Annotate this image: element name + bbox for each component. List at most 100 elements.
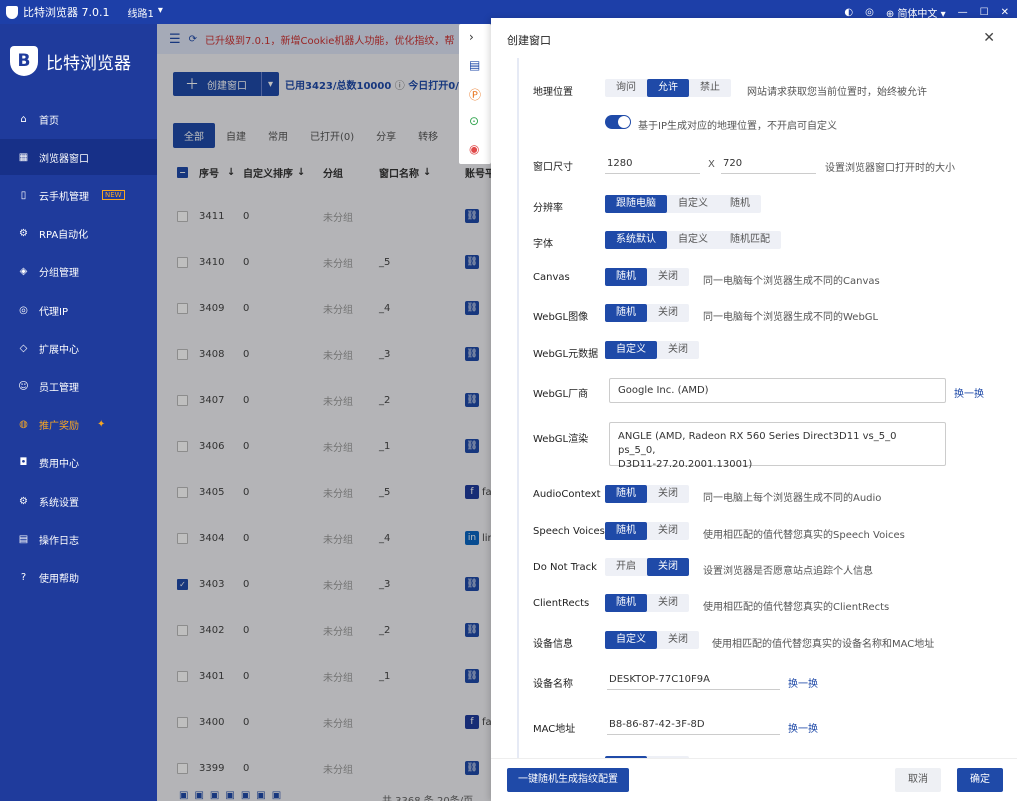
sidebar-item-2[interactable]: ▯ 云手机管理 NEW — [0, 177, 157, 213]
font-option-2[interactable]: 随机匹配 — [719, 231, 781, 249]
device-label: 设备信息 — [533, 639, 573, 650]
sidebar-item-9[interactable]: ◘ 费用中心 — [0, 445, 157, 481]
sidebar-item-label: RPA自动化 — [39, 230, 89, 242]
sidebar-item-label: 首页 — [39, 115, 59, 127]
canvas-label: Canvas — [533, 272, 570, 283]
speech-option-0[interactable]: 随机 — [605, 522, 647, 540]
webgl_img-segmented: 随机 关闭 — [605, 304, 689, 322]
webgl_vendor-label: WebGL厂商 — [533, 389, 589, 400]
resolution-option-2[interactable]: 随机 — [719, 195, 761, 213]
mac-input[interactable]: B8-86-87-42-3F-8D — [607, 715, 780, 735]
geo-option-0[interactable]: 询问 — [605, 79, 647, 97]
sidebar-item-label: 员工管理 — [39, 382, 79, 394]
layers-icon: ◈ — [19, 266, 28, 278]
resolution-option-0[interactable]: 跟随电脑 — [605, 195, 667, 213]
sidebar-item-10[interactable]: ⚙ 系统设置 — [0, 483, 157, 519]
resolution-option-1[interactable]: 自定义 — [667, 195, 719, 213]
width-input[interactable]: 1280 — [605, 154, 700, 174]
home-icon: ⌂ — [20, 113, 27, 125]
canvas-option-0[interactable]: 随机 — [605, 268, 647, 286]
speech-segmented: 随机 关闭 — [605, 522, 689, 540]
webgl_img-option-1[interactable]: 关闭 — [647, 304, 689, 322]
sidebar-item-label: 浏览器窗口 — [39, 153, 89, 165]
chevron-right-icon[interactable]: › — [469, 30, 474, 44]
sidebar-item-label: 云手机管理 — [39, 191, 89, 203]
theme-toggle-icon[interactable]: ◐ — [844, 7, 853, 18]
chevron-down-icon: ▾ — [157, 4, 163, 16]
sidebar-item-label: 使用帮助 — [39, 573, 79, 585]
dnt-option-1[interactable]: 关闭 — [647, 558, 689, 576]
rects-option-1[interactable]: 关闭 — [647, 594, 689, 612]
app-logo-icon — [6, 5, 18, 19]
sidebar-item-6[interactable]: ◇ 扩展中心 — [0, 330, 157, 366]
webgl_meta-option-0[interactable]: 自定义 — [605, 341, 657, 359]
device-option-1[interactable]: 关闭 — [657, 631, 699, 649]
dnt-option-0[interactable]: 开启 — [605, 558, 647, 576]
device-option-0[interactable]: 自定义 — [605, 631, 657, 649]
sidebar-item-label: 系统设置 — [39, 497, 79, 509]
font-segmented: 系统默认 自定义 随机匹配 — [605, 231, 781, 249]
audio-option-0[interactable]: 随机 — [605, 485, 647, 503]
toggle-icon[interactable]: ⊙ — [469, 114, 479, 128]
gear-icon: ⚙ — [19, 495, 28, 507]
canvas-option-1[interactable]: 关闭 — [647, 268, 689, 286]
sidebar-item-8[interactable]: ◍ 推广奖励 ✦ — [0, 407, 157, 443]
font-option-0[interactable]: 系统默认 — [605, 231, 667, 249]
size-desc: 设置浏览器窗口打开时的大小 — [825, 163, 955, 174]
height-input[interactable]: 720 — [721, 154, 816, 174]
ip-icon[interactable]: Ⓟ — [469, 86, 481, 103]
device-segmented: 自定义 关闭 — [605, 631, 699, 649]
message-icon[interactable]: ▤ — [469, 58, 480, 72]
create-window-dialog: 创建窗口 ✕ 地理位置 询问 允许 禁止 网站请求获取您当前位置时，始终被允许 基于IP生… — [491, 18, 1017, 801]
sidebar-item-11[interactable]: ▤ 操作日志 — [0, 521, 157, 557]
robot-icon: ⚙ — [19, 228, 28, 240]
canvas-segmented: 随机 关闭 — [605, 268, 689, 286]
close-window-button[interactable]: ✕ — [1001, 7, 1009, 18]
webgl_render-label: WebGL渲染 — [533, 434, 589, 445]
user-icon[interactable]: ◎ — [865, 7, 874, 18]
rects-label: ClientRects — [533, 598, 590, 609]
minimize-button[interactable]: — — [958, 7, 968, 18]
sidebar-item-4[interactable]: ◈ 分组管理 — [0, 254, 157, 290]
geo-ip-toggle[interactable] — [605, 115, 631, 129]
sidebar-item-5[interactable]: ◎ 代理IP — [0, 292, 157, 328]
geo-option-2[interactable]: 禁止 — [689, 79, 731, 97]
sidebar-item-1[interactable]: ▦ 浏览器窗口 — [0, 139, 157, 176]
font-option-1[interactable]: 自定义 — [667, 231, 719, 249]
random-fingerprint-button[interactable]: 一键随机生成指纹配置 — [507, 768, 629, 792]
close-icon[interactable]: ✕ — [983, 30, 995, 46]
rects-option-0[interactable]: 随机 — [605, 594, 647, 612]
resolution-segmented: 跟随电脑 自定义 随机 — [605, 195, 761, 213]
confirm-button[interactable]: 确定 — [957, 768, 1003, 792]
devname-label: 设备名称 — [533, 679, 573, 690]
webgl-vendor-input[interactable]: Google Inc. (AMD) — [609, 378, 946, 403]
webgl_img-option-0[interactable]: 随机 — [605, 304, 647, 322]
dialog-footer: 一键随机生成指纹配置 取消 确定 — [491, 758, 1017, 801]
device-name-input[interactable]: DESKTOP-77C10F9A — [607, 670, 780, 690]
device-name-refresh-link[interactable]: 换一换 — [788, 675, 818, 690]
maximize-button[interactable]: ☐ — [980, 7, 989, 18]
audio-segmented: 随机 关闭 — [605, 485, 689, 503]
sidebar-item-0[interactable]: ⌂ 首页 — [0, 101, 157, 137]
sidebar-item-12[interactable]: ? 使用帮助 — [0, 559, 157, 595]
sidebar-item-3[interactable]: ⚙ RPA自动化 — [0, 216, 157, 252]
webgl-vendor-refresh-link[interactable]: 换一换 — [954, 385, 984, 400]
geo-option-1[interactable]: 允许 — [647, 79, 689, 97]
phone-icon: ▯ — [20, 189, 27, 201]
fingerprint-icon[interactable]: ◉ — [469, 142, 479, 156]
brand: B 比特浏览器 — [10, 46, 131, 76]
line-selector[interactable]: 线路1 ▾ — [128, 5, 163, 20]
webgl-render-input[interactable]: ANGLE (AMD, Radeon RX 560 Series Direct3… — [609, 422, 946, 470]
mac-label: MAC地址 — [533, 724, 576, 735]
sidebar-item-7[interactable]: ☺ 员工管理 — [0, 368, 157, 404]
mac-refresh-link[interactable]: 换一换 — [788, 720, 818, 735]
new-badge: NEW — [102, 190, 125, 201]
webgl_meta-option-1[interactable]: 关闭 — [657, 341, 699, 359]
audio-option-1[interactable]: 关闭 — [647, 485, 689, 503]
canvas-desc: 同一电脑每个浏览器生成不同的Canvas — [703, 276, 880, 287]
cancel-button[interactable]: 取消 — [895, 768, 941, 792]
sidebar-item-label: 推广奖励 — [39, 421, 79, 433]
speech-option-1[interactable]: 关闭 — [647, 522, 689, 540]
side-mini-panel: › ▤ Ⓟ ⊙ ◉ — [459, 24, 491, 164]
dnt-segmented: 开启 关闭 — [605, 558, 689, 576]
